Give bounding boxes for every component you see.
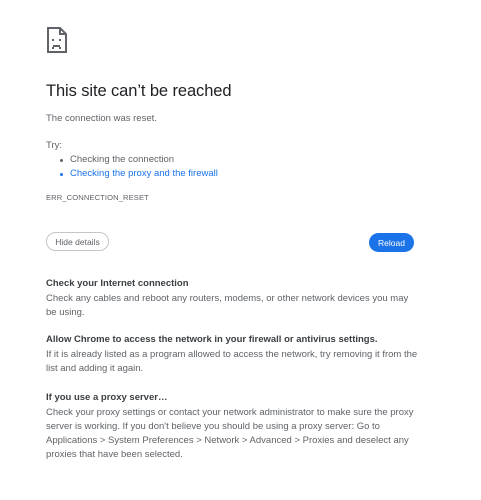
detail-title-firewall: Allow Chrome to access the network in yo…: [46, 334, 378, 345]
suggestion-check-connection: Checking the connection: [60, 153, 218, 167]
reload-button[interactable]: Reload: [369, 233, 414, 252]
suggestion-check-proxy-link[interactable]: Checking the proxy and the firewall: [60, 167, 218, 181]
error-title: This site can’t be reached: [46, 82, 232, 100]
sad-page-icon: [47, 27, 67, 53]
error-code: ERR_CONNECTION_RESET: [46, 193, 149, 202]
detail-text-proxy: Check your proxy settings or contact you…: [46, 407, 414, 460]
detail-title-proxy: If you use a proxy server…: [46, 392, 168, 403]
detail-text-firewall: If it is already listed as a program all…: [46, 349, 418, 374]
hide-details-button[interactable]: Hide details: [46, 232, 109, 251]
suggestion-list: Checking the connection Checking the pro…: [60, 153, 218, 181]
try-label: Try:: [46, 140, 63, 151]
detail-title-internet: Check your Internet connection: [46, 278, 189, 289]
error-message: The connection was reset.: [46, 113, 157, 124]
detail-text-internet: Check any cables and reboot any routers,…: [46, 293, 409, 318]
